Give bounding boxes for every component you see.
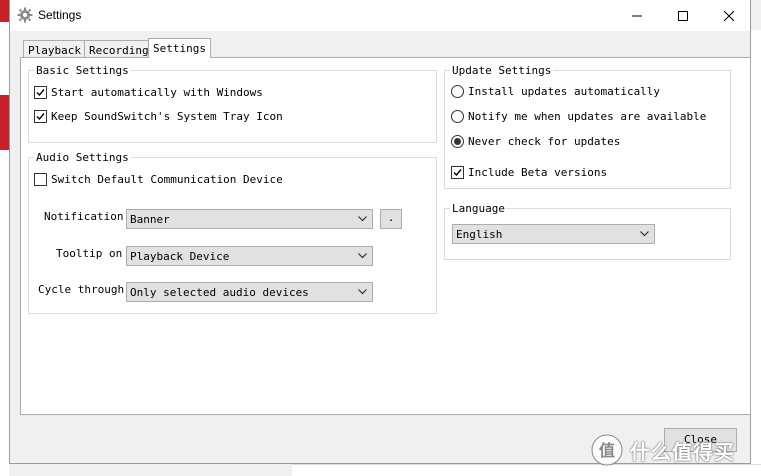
watermark-text: 什么值得买 xyxy=(630,439,735,464)
settings-tab-page: Basic Settings Start automatically with … xyxy=(20,57,751,415)
notification-value: Banner xyxy=(130,213,170,226)
start-with-windows-checkbox[interactable]: Start automatically with Windows xyxy=(34,86,263,99)
language-title: Language xyxy=(450,202,507,215)
basic-settings-group: Basic Settings Start automatically with … xyxy=(28,64,437,143)
keep-tray-icon-label: Keep SoundSwitch's System Tray Icon xyxy=(51,110,283,123)
settings-window: Settings Playback Recording Settings Bas… xyxy=(9,0,751,464)
gear-icon xyxy=(17,7,33,23)
watermark-logo-icon: 值 xyxy=(591,434,623,466)
radio-circle[interactable] xyxy=(451,135,464,148)
switch-comm-device-label: Switch Default Communication Device xyxy=(51,173,283,186)
radio-circle[interactable] xyxy=(451,85,464,98)
notification-options-button[interactable]: . xyxy=(380,209,402,229)
tooltip-on-value: Playback Device xyxy=(130,250,230,263)
notify-me-label: Notify me when updates are available xyxy=(468,110,707,123)
watermark: 值 什么值得买 xyxy=(590,430,755,470)
install-auto-label: Install updates automatically xyxy=(468,85,661,98)
title-bar[interactable]: Settings xyxy=(10,0,750,31)
install-auto-radio[interactable]: Install updates automatically xyxy=(451,85,660,98)
cycle-through-label: Cycle through xyxy=(38,283,125,296)
tab-recording[interactable]: Recording xyxy=(84,40,154,58)
minimize-icon xyxy=(632,15,642,16)
maximize-button[interactable] xyxy=(660,0,706,31)
checkbox-box[interactable] xyxy=(34,110,47,123)
include-beta-checkbox[interactable]: Include Beta versions xyxy=(451,166,607,179)
notification-label: Notification xyxy=(44,210,124,223)
radio-selected-dot xyxy=(454,138,461,145)
start-with-windows-label: Start automatically with Windows xyxy=(51,86,263,99)
language-value: English xyxy=(456,228,503,241)
close-window-button[interactable] xyxy=(706,0,752,31)
switch-comm-device-checkbox[interactable]: Switch Default Communication Device xyxy=(34,173,283,186)
tooltip-on-select[interactable]: Playback Device xyxy=(126,246,373,266)
include-beta-label: Include Beta versions xyxy=(468,166,608,179)
radio-circle[interactable] xyxy=(451,110,464,123)
audio-settings-title: Audio Settings xyxy=(34,151,131,164)
never-check-radio[interactable]: Never check for updates xyxy=(451,135,620,148)
notification-select[interactable]: Banner xyxy=(126,209,373,229)
close-icon xyxy=(724,10,734,21)
tab-settings[interactable]: Settings xyxy=(148,38,211,58)
checkbox-box[interactable] xyxy=(34,86,47,99)
background-red-banner xyxy=(0,95,9,150)
background-red-block xyxy=(0,0,9,22)
checkmark-icon xyxy=(453,169,462,177)
audio-settings-group: Audio Settings Switch Default Communicat… xyxy=(28,151,437,314)
svg-text:值: 值 xyxy=(599,441,615,460)
language-select[interactable]: English xyxy=(452,224,655,244)
checkmark-icon xyxy=(36,113,45,121)
minimize-button[interactable] xyxy=(614,0,660,31)
update-settings-title: Update Settings xyxy=(450,64,554,77)
maximize-icon xyxy=(678,10,688,21)
chevron-down-icon xyxy=(640,231,649,237)
chevron-down-icon xyxy=(358,253,367,259)
window-title: Settings xyxy=(38,8,82,22)
checkmark-icon xyxy=(36,89,45,97)
checkbox-box[interactable] xyxy=(34,173,47,186)
tab-playback[interactable]: Playback xyxy=(23,40,86,58)
cycle-through-value: Only selected audio devices xyxy=(130,286,309,299)
background-app-right xyxy=(751,30,761,476)
update-settings-group: Update Settings Install updates automati… xyxy=(444,64,731,189)
cycle-through-select[interactable]: Only selected audio devices xyxy=(126,282,373,302)
chevron-down-icon xyxy=(358,216,367,222)
checkbox-box[interactable] xyxy=(451,166,464,179)
basic-settings-title: Basic Settings xyxy=(34,64,131,77)
language-group: Language English xyxy=(444,202,731,260)
never-check-label: Never check for updates xyxy=(468,135,621,148)
chevron-down-icon xyxy=(358,289,367,295)
background-app-left xyxy=(0,0,9,476)
tooltip-on-label: Tooltip on xyxy=(56,247,123,260)
notify-me-radio[interactable]: Notify me when updates are available xyxy=(451,110,706,123)
keep-tray-icon-checkbox[interactable]: Keep SoundSwitch's System Tray Icon xyxy=(34,110,283,123)
